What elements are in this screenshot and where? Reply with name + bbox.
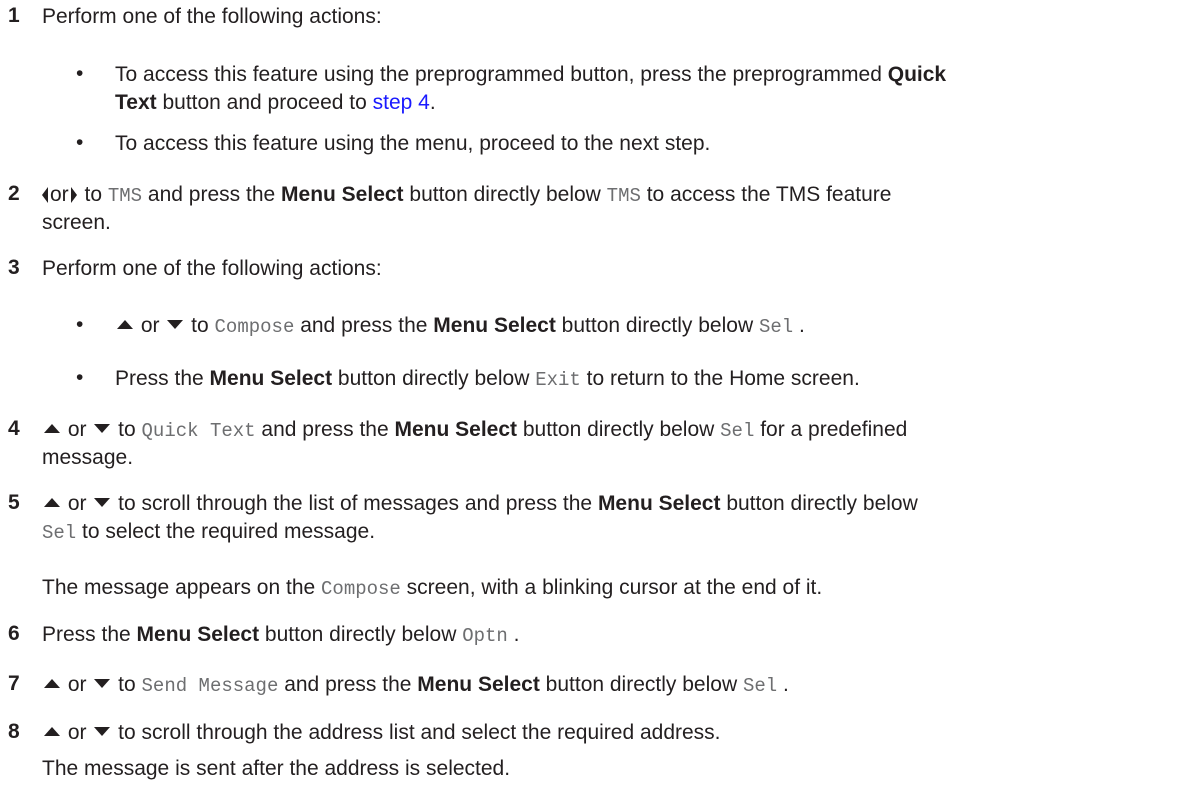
bold-label: Text <box>115 91 157 114</box>
up-arrow-icon <box>44 423 60 433</box>
menu-select-label: Menu Select <box>136 623 260 646</box>
step-4-link[interactable]: step 4 <box>373 91 430 114</box>
screen-label: TMS <box>107 185 143 207</box>
screen-label: Sel <box>720 420 755 442</box>
screen-label: Sel <box>758 316 794 338</box>
step-number: 8 <box>8 720 20 743</box>
bullet-marker: • <box>76 366 84 389</box>
bullet-marker: • <box>76 62 84 85</box>
down-arrow-icon <box>94 678 111 688</box>
step-number: 6 <box>8 622 20 645</box>
screen-label: TMS <box>606 185 641 207</box>
up-arrow-icon <box>44 678 60 688</box>
up-arrow-icon <box>44 497 60 507</box>
step-number: 4 <box>8 417 20 440</box>
screen-label: Compose <box>214 316 295 338</box>
down-arrow-icon <box>94 726 111 736</box>
step-number: 3 <box>8 256 20 279</box>
screen-label: Sel <box>42 522 77 544</box>
menu-select-label: Menu Select <box>394 418 518 441</box>
left-arrow-icon <box>42 187 48 204</box>
screen-label: Optn <box>462 625 508 647</box>
procedure-document: 1 Perform one of the following actions: … <box>8 4 947 780</box>
screen-label: Send Message <box>141 675 279 697</box>
bullet-text: To access this feature using the preprog… <box>115 63 888 86</box>
menu-select-label: Menu Select <box>433 314 556 337</box>
up-arrow-icon <box>44 726 60 736</box>
step-text: Perform one of the following actions: <box>42 257 382 280</box>
menu-select-label: Menu Select <box>417 673 540 696</box>
bullet-text: To access this feature using the menu, p… <box>115 132 711 155</box>
step-number: 1 <box>8 4 20 27</box>
step-number: 7 <box>8 672 20 695</box>
screen-label: Exit <box>535 369 581 391</box>
bullet-marker: • <box>76 131 84 154</box>
screen-label: Compose <box>321 578 401 600</box>
step-note: The message is sent after the address is… <box>42 757 511 780</box>
step-text: Perform one of the following actions: <box>42 5 382 28</box>
bold-label: Quick <box>887 63 947 86</box>
menu-select-label: Menu Select <box>597 492 721 515</box>
right-arrow-icon <box>70 187 77 204</box>
bullet-marker: • <box>76 313 84 336</box>
up-arrow-icon <box>117 319 133 329</box>
down-arrow-icon <box>167 319 184 329</box>
menu-select-label: Menu Select <box>281 183 404 206</box>
screen-label: Quick Text <box>141 420 256 442</box>
menu-select-label: Menu Select <box>209 367 333 390</box>
step-number: 2 <box>8 182 20 205</box>
down-arrow-icon <box>94 497 111 507</box>
step-number: 5 <box>8 491 20 514</box>
screen-label: Sel <box>742 675 778 697</box>
down-arrow-icon <box>94 423 111 433</box>
